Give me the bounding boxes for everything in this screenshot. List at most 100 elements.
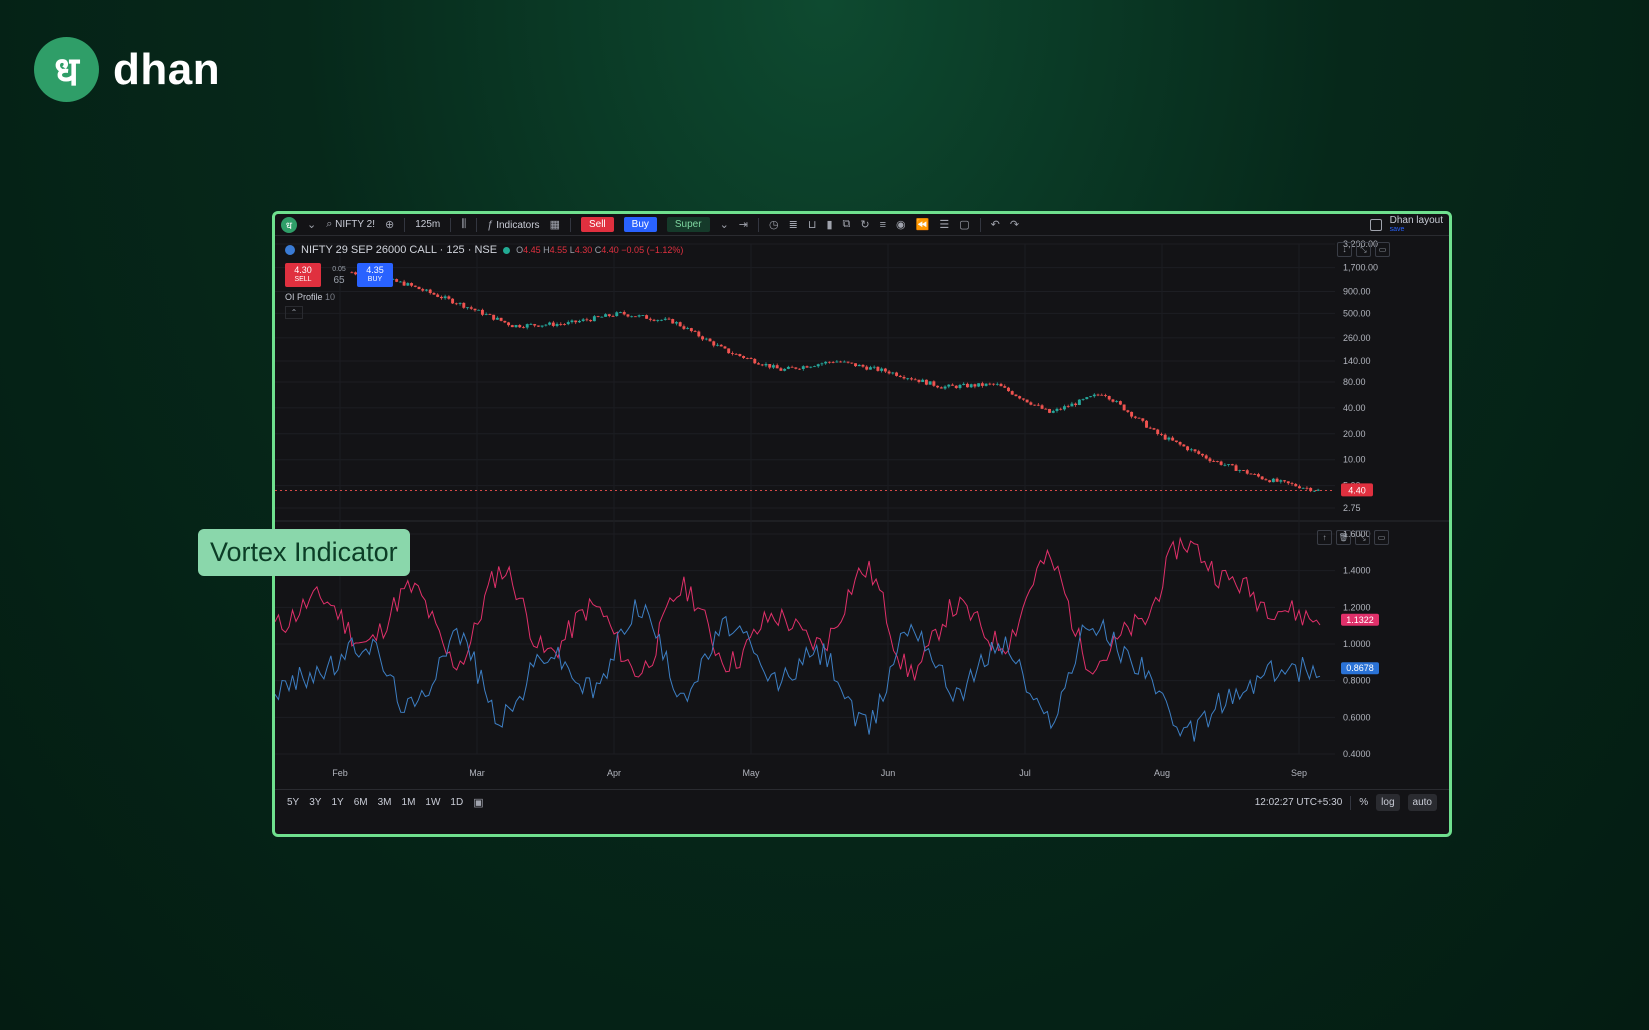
symbol-search[interactable]: ⌕ NIFTY 2! xyxy=(326,218,375,231)
candle-body xyxy=(563,324,566,325)
chevron-down-icon[interactable]: ⌄ xyxy=(720,218,729,231)
undo-icon[interactable]: ↶ xyxy=(991,218,1000,231)
candle-body xyxy=(466,307,469,309)
settings-sliders-icon[interactable]: ≡ xyxy=(880,219,886,231)
chart-canvas[interactable]: 3,200.001,700.00900.00500.00260.00140.00… xyxy=(275,236,1449,789)
candle-body xyxy=(630,316,634,318)
move-up-icon[interactable]: ↑ xyxy=(1317,530,1332,545)
candle-body xyxy=(1148,427,1152,429)
collapse-pane-icon[interactable]: ⤡ xyxy=(1355,530,1370,545)
auto-toggle[interactable]: auto xyxy=(1407,794,1437,811)
chart-area[interactable]: 3,200.00 1,700.00 900.00 500.00 260.00 140.00… xyxy=(275,236,1449,789)
templates-icon[interactable]: ▦ xyxy=(550,218,560,231)
redo-icon[interactable]: ↷ xyxy=(1010,218,1019,231)
collapse-pane-icon[interactable]: ⤡ xyxy=(1356,242,1371,257)
candle-body xyxy=(1215,461,1219,462)
layout-selector[interactable]: Dhan layout save xyxy=(1369,214,1443,234)
candle-body xyxy=(1264,479,1268,481)
candle-body xyxy=(1077,399,1081,406)
layout-label: Dhan layout xyxy=(1389,214,1443,226)
sell-button[interactable]: Sell xyxy=(580,217,614,232)
exit-icon[interactable]: ⇥ xyxy=(739,218,748,231)
indicators-button[interactable]: ƒ Indicators xyxy=(487,219,539,231)
log-toggle[interactable]: log xyxy=(1376,794,1400,811)
alarm-icon[interactable]: ◷ xyxy=(769,218,779,231)
candle-body xyxy=(1118,401,1122,405)
candle-body xyxy=(816,364,820,367)
popout-icon[interactable]: ⧉ xyxy=(843,218,851,231)
bag-icon[interactable]: ▢ xyxy=(959,218,969,231)
range-1y-button[interactable]: 1Y xyxy=(331,797,343,808)
replay-icon[interactable]: ⏪ xyxy=(916,218,930,231)
range-1w-button[interactable]: 1W xyxy=(425,797,440,808)
super-button[interactable]: Super xyxy=(666,217,710,232)
candles-icon[interactable]: ⫼ xyxy=(461,218,466,231)
maximize-pane-icon[interactable]: ▭ xyxy=(1375,242,1390,257)
range-3m-button[interactable]: 3M xyxy=(378,797,392,808)
collapse-legend-button[interactable]: ⌃ xyxy=(285,306,303,319)
candle-body xyxy=(857,364,861,367)
spread-box: 0.05 65 xyxy=(325,264,353,286)
candle-body xyxy=(1182,444,1186,447)
vortex-indicator-callout: Vortex Indicator xyxy=(198,529,410,576)
candle-body xyxy=(1212,461,1216,462)
candle-body xyxy=(794,367,798,369)
list-icon[interactable]: ☰ xyxy=(939,218,949,231)
candle-body xyxy=(1301,487,1305,489)
candle-body xyxy=(898,375,902,377)
quick-buy-button[interactable]: 4.35 BUY xyxy=(357,263,393,287)
range-3y-button[interactable]: 3Y xyxy=(309,797,321,808)
candle-body xyxy=(820,363,824,365)
candle-body xyxy=(798,368,802,370)
price-axis-label: 80.00 xyxy=(1343,377,1366,387)
candle-body xyxy=(1107,395,1111,400)
candle-body xyxy=(730,353,734,354)
refresh-icon[interactable]: ↻ xyxy=(860,218,869,231)
candle-body xyxy=(581,319,585,321)
candle-body xyxy=(995,383,999,385)
delete-pane-icon[interactable]: 🗑 xyxy=(1336,530,1351,545)
range-1m-button[interactable]: 1M xyxy=(402,797,416,808)
percent-toggle[interactable]: % xyxy=(1359,797,1368,808)
quick-sell-button[interactable]: 4.30 SELL xyxy=(285,263,321,287)
candle-body xyxy=(1271,478,1275,483)
candle-body xyxy=(868,367,872,370)
maximize-pane-icon[interactable]: ▭ xyxy=(1374,530,1389,545)
vortex-axis-label: 0.8000 xyxy=(1343,676,1371,686)
range-1d-button[interactable]: 1D xyxy=(450,797,463,808)
candle-body xyxy=(1062,406,1066,410)
lot-qty[interactable]: 65 xyxy=(333,275,344,286)
option-chain-icon[interactable]: ≣ xyxy=(789,218,798,231)
move-down-icon[interactable]: ↓ xyxy=(1337,242,1352,257)
bar-chart-icon[interactable]: ▮ xyxy=(826,218,832,231)
candle-body xyxy=(469,307,473,309)
change-value: −0.05 (−1.12%) xyxy=(621,245,684,255)
candle-body xyxy=(402,281,406,286)
buy-button[interactable]: Buy xyxy=(623,217,657,232)
interval-button[interactable]: 125m xyxy=(415,219,440,230)
layout-save-link[interactable]: save xyxy=(1390,225,1443,234)
candle-body xyxy=(1141,418,1145,421)
basket-icon[interactable]: ⊔ xyxy=(808,218,817,231)
oi-profile-legend[interactable]: OI Profile 10 xyxy=(285,292,335,302)
candle-body xyxy=(522,327,525,329)
candle-body xyxy=(1197,451,1201,454)
sell-label: SELL xyxy=(294,276,312,283)
candle-body xyxy=(1316,489,1320,491)
app-logo-icon[interactable]: ध xyxy=(281,216,297,233)
candle-body xyxy=(1085,397,1089,400)
range-5y-button[interactable]: 5Y xyxy=(287,797,299,808)
range-6m-button[interactable]: 6M xyxy=(354,797,368,808)
candle-body xyxy=(771,365,775,368)
candle-body xyxy=(462,302,466,308)
candle-body xyxy=(492,314,496,320)
candle-body xyxy=(1223,464,1227,466)
broadcast-icon[interactable]: ◉ xyxy=(896,218,906,231)
buy-label: BUY xyxy=(367,276,383,283)
clock[interactable]: 12:02:27 UTC+5:30 xyxy=(1255,797,1343,808)
add-symbol-icon[interactable]: ⊕ xyxy=(385,218,394,231)
ohlc-values: O4.45 H4.55 L4.30 C4.40 −0.05 (−1.12%) xyxy=(516,245,683,255)
candle-body xyxy=(1305,487,1309,489)
calendar-icon[interactable]: ▣ xyxy=(473,796,483,809)
chevron-down-icon[interactable]: ⌄ xyxy=(307,218,316,231)
